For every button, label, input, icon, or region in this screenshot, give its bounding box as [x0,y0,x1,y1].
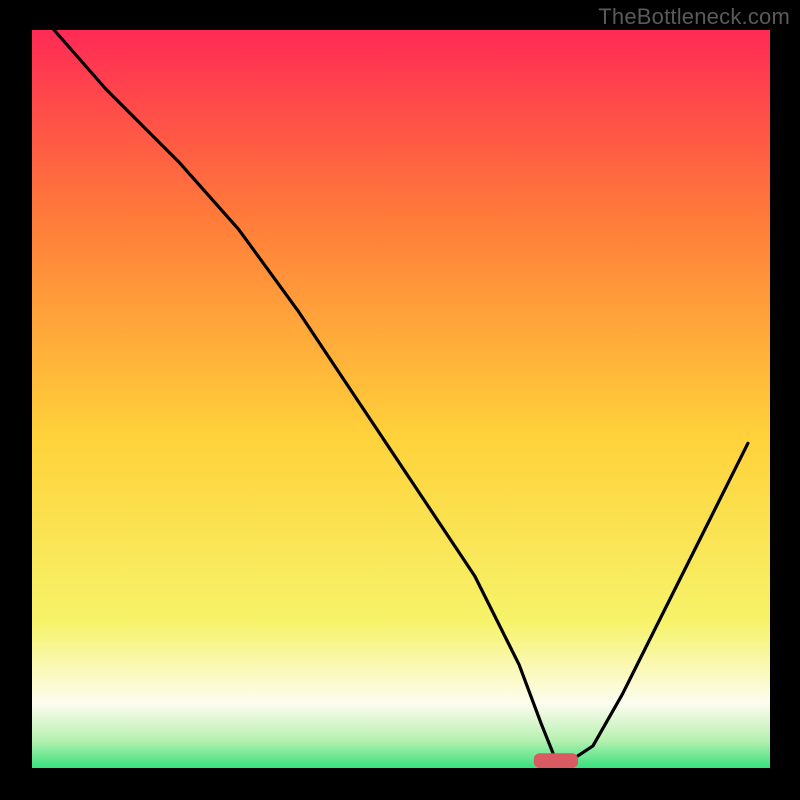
axis-bottom [20,768,780,780]
chart-container: TheBottleneck.com [0,0,800,800]
optimal-marker [534,753,578,768]
chart-svg [0,0,800,800]
plot-background [30,30,770,770]
axis-left [20,20,32,780]
watermark-text: TheBottleneck.com [598,4,790,30]
